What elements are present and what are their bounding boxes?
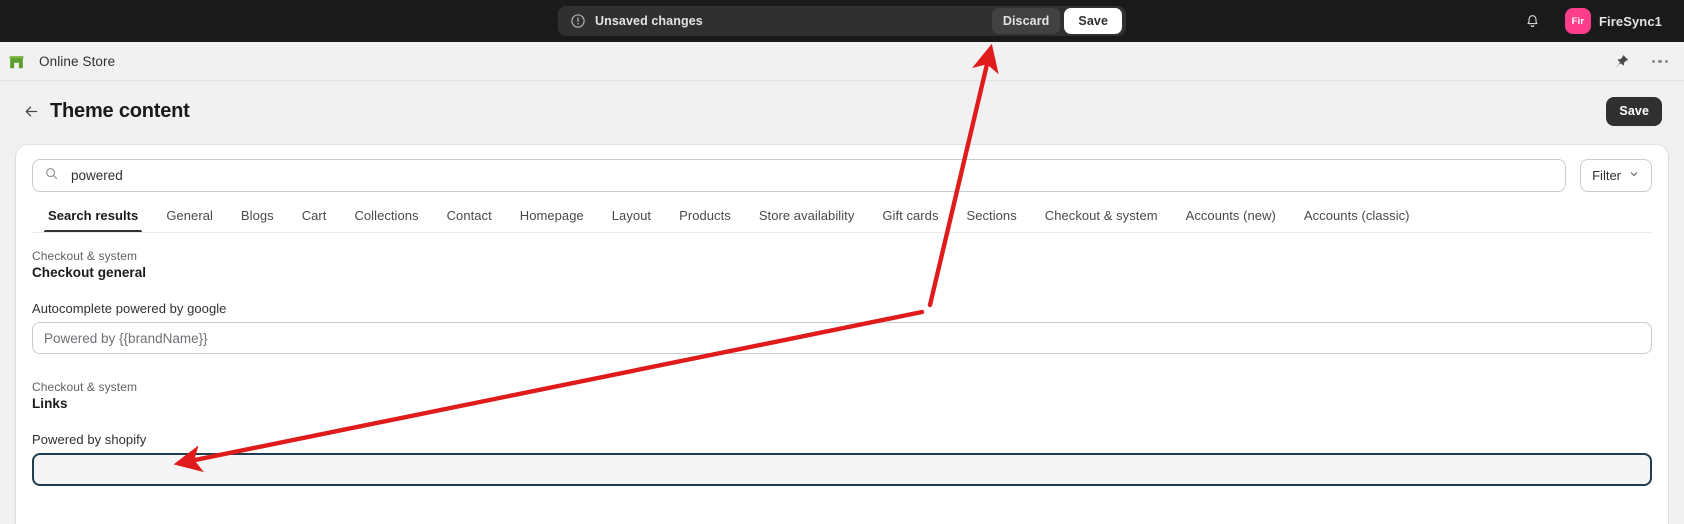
field-input[interactable] xyxy=(32,322,1652,354)
more-dots xyxy=(1651,59,1669,64)
theme-content-card: Filter Search resultsGeneralBlogsCartCol… xyxy=(16,145,1668,524)
tab-general[interactable]: General xyxy=(152,200,227,232)
unsaved-changes-message-group: Unsaved changes xyxy=(570,13,703,29)
field-input[interactable] xyxy=(32,453,1652,486)
tab-accounts-new[interactable]: Accounts (new) xyxy=(1172,200,1290,232)
top-bar-right: Fir FireSync1 xyxy=(1519,0,1670,42)
tab-search-results[interactable]: Search results xyxy=(34,200,152,232)
tab-cart[interactable]: Cart xyxy=(288,200,341,232)
tab-homepage[interactable]: Homepage xyxy=(506,200,598,232)
tab-sections[interactable]: Sections xyxy=(953,200,1031,232)
tab-contact[interactable]: Contact xyxy=(433,200,506,232)
chevron-down-icon xyxy=(1628,168,1640,183)
theme-content-field: Autocomplete powered by google xyxy=(32,301,1652,354)
bell-icon[interactable] xyxy=(1519,7,1547,35)
result-group-title: Links xyxy=(32,396,68,411)
theme-content-field: Powered by shopify xyxy=(32,432,1652,486)
tab-collections[interactable]: Collections xyxy=(340,200,432,232)
result-group-title: Checkout general xyxy=(32,265,147,280)
tab-checkout-system[interactable]: Checkout & system xyxy=(1031,200,1172,232)
result-group: Checkout & system Links Powered by shopify xyxy=(32,380,1652,486)
search-results-list: Checkout & system Checkout general Autocom… xyxy=(32,233,1652,486)
unsaved-changes-bar: Unsaved changes Discard Save xyxy=(558,6,1126,36)
save-bar-save-button[interactable]: Save xyxy=(1064,8,1122,34)
result-group: Checkout & system Checkout general Autocom… xyxy=(32,249,1652,354)
user-name-label: FireSync1 xyxy=(1598,13,1662,29)
result-group-category: Checkout & system xyxy=(32,249,138,263)
field-label: Powered by shopify xyxy=(32,432,147,447)
discard-button[interactable]: Discard xyxy=(991,8,1061,34)
store-identity[interactable]: Online Store xyxy=(5,50,115,72)
page-save-button[interactable]: Save xyxy=(1606,96,1662,126)
tab-accounts-classic[interactable]: Accounts (classic) xyxy=(1290,200,1424,232)
online-store-icon xyxy=(5,50,27,72)
result-group-category: Checkout & system xyxy=(32,380,138,394)
alert-circle-icon xyxy=(570,13,586,29)
page-header: Theme content Save xyxy=(0,81,1684,141)
top-bar: Unsaved changes Discard Save Fir FireSyn… xyxy=(0,0,1684,42)
tab-gift-cards[interactable]: Gift cards xyxy=(868,200,952,232)
unsaved-changes-label: Unsaved changes xyxy=(595,14,703,28)
save-bar-actions: Discard Save xyxy=(991,8,1122,34)
search-field[interactable] xyxy=(32,159,1567,192)
search-input[interactable] xyxy=(69,167,1555,184)
arrow-left-icon[interactable] xyxy=(18,98,44,124)
store-name-label: Online Store xyxy=(39,53,116,69)
search-row: Filter xyxy=(32,159,1652,192)
tab-layout[interactable]: Layout xyxy=(598,200,665,232)
tab-blogs[interactable]: Blogs xyxy=(227,200,288,232)
store-bar-actions xyxy=(1608,42,1674,81)
page-title: Theme content xyxy=(50,99,190,122)
pin-icon[interactable] xyxy=(1608,48,1636,76)
more-horizontal-icon[interactable] xyxy=(1646,48,1674,76)
field-label: Autocomplete powered by google xyxy=(32,301,227,316)
store-bar: Online Store xyxy=(0,42,1684,81)
filter-button[interactable]: Filter xyxy=(1580,159,1652,192)
tab-products[interactable]: Products xyxy=(665,200,745,232)
avatar: Fir xyxy=(1564,8,1591,34)
tab-store-availability[interactable]: Store availability xyxy=(745,200,869,232)
search-icon xyxy=(44,166,59,186)
filter-button-label: Filter xyxy=(1592,168,1621,183)
tab-bar: Search results General Blogs Cart Collection… xyxy=(32,200,1652,233)
user-menu[interactable]: Fir FireSync1 xyxy=(1561,5,1670,37)
